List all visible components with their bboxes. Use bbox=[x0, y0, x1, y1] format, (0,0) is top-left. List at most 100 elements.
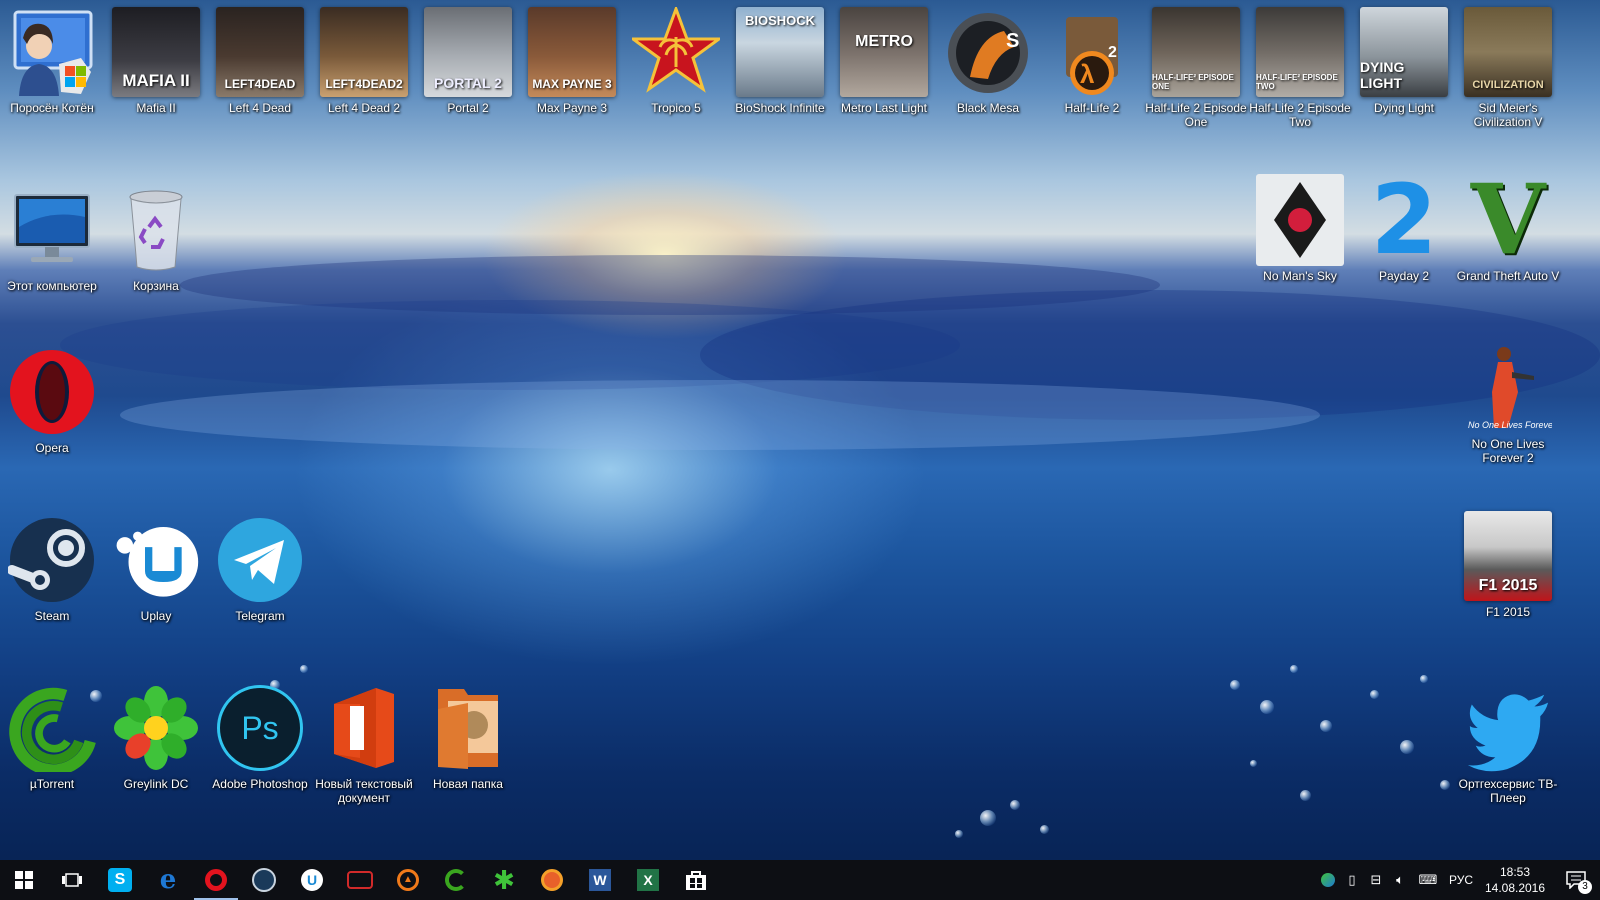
svg-text:2: 2 bbox=[1108, 44, 1117, 61]
word-icon: W bbox=[589, 869, 611, 891]
desktop-icon-civilization-5[interactable]: CIVILIZATION Sid Meier's Civilization V bbox=[1456, 6, 1560, 156]
desktop-icon-label: Half-Life 2 bbox=[1064, 101, 1120, 115]
desktop-icon-no-mans-sky[interactable]: No Man's Sky bbox=[1248, 174, 1352, 324]
desktop-icon-label: Portal 2 bbox=[447, 101, 489, 115]
desktop-icon-left-4-dead[interactable]: LEFT4DEAD Left 4 Dead bbox=[208, 6, 312, 156]
usb-icon[interactable]: ▯ bbox=[1340, 860, 1364, 900]
half-life-2-icon: λ 2 bbox=[1048, 6, 1136, 98]
left-4-dead-icon: LEFT4DEAD bbox=[216, 6, 304, 98]
cover-title: PORTAL 2 bbox=[424, 7, 512, 97]
half-life-2-episode-one-icon: HALF-LIFE² EPISODE ONE bbox=[1152, 6, 1240, 98]
clock-time: 18:53 bbox=[1499, 865, 1531, 879]
utorrent-icon bbox=[445, 869, 467, 891]
start-button[interactable] bbox=[0, 860, 48, 900]
desktop-icon-label: Поросён Котён bbox=[10, 101, 94, 115]
clock-date: 14.08.2016 bbox=[1484, 881, 1546, 895]
desktop-icon-dying-light[interactable]: DYING LIGHT Dying Light bbox=[1352, 6, 1456, 156]
telegram-icon bbox=[216, 514, 304, 606]
desktop-icon-max-payne-3[interactable]: MAX PAYNE 3 Max Payne 3 bbox=[520, 6, 624, 156]
desktop-icon-gta-5[interactable]: V Grand Theft Auto V bbox=[1456, 163, 1560, 324]
black-mesa-icon: S bbox=[944, 6, 1032, 98]
desktop-icon-label: F1 2015 bbox=[1485, 605, 1531, 619]
desktop-icon-text-document[interactable]: Новый текстовый документ bbox=[312, 682, 416, 832]
taskbar-utorrent[interactable] bbox=[432, 860, 480, 900]
taskbar-excel[interactable]: X bbox=[624, 860, 672, 900]
desktop-icon-half-life-2-episode-one[interactable]: HALF-LIFE² EPISODE ONE Half-Life 2 Episo… bbox=[1144, 6, 1248, 156]
desktop-icon-tropico-5[interactable]: Tropico 5 bbox=[624, 6, 728, 156]
cover-title: MAX PAYNE 3 bbox=[528, 7, 616, 97]
desktop-icon-left-4-dead-2[interactable]: LEFT4DEAD2 Left 4 Dead 2 bbox=[312, 6, 416, 156]
desktop-icon-greylink-dc[interactable]: Greylink DC bbox=[104, 682, 208, 832]
desktop-icon-mafia-2[interactable]: MAFIA II Mafia II bbox=[104, 6, 208, 156]
desktop-icon-label: µTorrent bbox=[29, 777, 75, 791]
no-mans-sky-icon bbox=[1256, 174, 1344, 266]
desktop-icon-half-life-2-episode-two[interactable]: HALF-LIFE² EPISODE TWO Half-Life 2 Episo… bbox=[1248, 6, 1352, 156]
desktop-icon-label: Greylink DC bbox=[123, 777, 189, 791]
desktop-icon-label: Black Mesa bbox=[956, 101, 1020, 115]
taskbar-uplay[interactable]: U bbox=[288, 860, 336, 900]
nolf-2-icon: No One Lives Forever 2 bbox=[1464, 342, 1552, 434]
user-account-icon bbox=[8, 6, 96, 98]
uplay-icon: U bbox=[301, 869, 323, 891]
portal-2-icon: PORTAL 2 bbox=[424, 6, 512, 98]
desktop-icon-label: Opera bbox=[35, 441, 69, 455]
network-globe-icon[interactable] bbox=[1316, 860, 1340, 900]
greylink-dc-icon: ✱ bbox=[493, 865, 515, 895]
desktop-icon-label: Steam bbox=[34, 609, 70, 623]
keyboard-icon[interactable]: ⌨︎ bbox=[1412, 860, 1444, 900]
desktop-icon-utorrent[interactable]: µTorrent bbox=[0, 682, 104, 832]
gta-5-icon: V bbox=[1464, 163, 1552, 276]
opera-icon bbox=[8, 346, 96, 438]
desktop-icon-nolf-2[interactable]: No One Lives Forever 2 No One Lives Fore… bbox=[1456, 342, 1560, 492]
desktop-icon-f1-2015[interactable]: F1 2015 F1 2015 bbox=[1456, 510, 1560, 660]
taskbar-edge[interactable]: e bbox=[144, 860, 192, 900]
desktop-icon-recycle-bin[interactable]: Корзина bbox=[104, 184, 208, 334]
desktop-icon-payday-2[interactable]: 2 Payday 2 bbox=[1352, 172, 1456, 324]
desktop-icon-user[interactable]: Поросён Котён bbox=[0, 6, 104, 156]
desktop-icon-label: Half-Life 2 Episode Two bbox=[1249, 101, 1351, 129]
taskbar-firefox[interactable] bbox=[528, 860, 576, 900]
taskbar-skype[interactable]: S bbox=[96, 860, 144, 900]
opera-icon bbox=[205, 869, 227, 891]
steam-icon bbox=[8, 514, 96, 606]
desktop-icon-black-mesa[interactable]: S Black Mesa bbox=[936, 6, 1040, 156]
desktop-icon-half-life-2[interactable]: λ 2 Half-Life 2 bbox=[1040, 6, 1144, 156]
desktop-icon-steam[interactable]: Steam bbox=[0, 514, 104, 664]
task-view-button[interactable] bbox=[48, 860, 96, 900]
taskbar-greylink[interactable]: ✱ bbox=[480, 860, 528, 900]
desktop-icon-ortgehservis-tv-player[interactable]: Ортгехсервис ТВ-Плеер bbox=[1456, 682, 1560, 832]
desktop-icon-metro-last-light[interactable]: METRO Metro Last Light bbox=[832, 6, 936, 156]
cover-title: Ps bbox=[217, 685, 303, 771]
desktop-icon-label: BioShock Infinite bbox=[735, 101, 825, 115]
steam-icon bbox=[252, 868, 276, 892]
volume-icon[interactable]: 🔈︎ bbox=[1388, 860, 1412, 900]
desktop-icon-label: Max Payne 3 bbox=[536, 101, 608, 115]
cover-title: V bbox=[1470, 163, 1546, 276]
taskbar-steam[interactable] bbox=[240, 860, 288, 900]
network-icon[interactable]: ⊟ bbox=[1364, 860, 1388, 900]
input-language[interactable]: РУС bbox=[1444, 873, 1478, 887]
recycle-bin-icon bbox=[112, 184, 200, 276]
action-center-button[interactable]: 3 bbox=[1552, 860, 1600, 900]
desktop-icon-photoshop[interactable]: Ps Adobe Photoshop bbox=[208, 682, 312, 832]
clock[interactable]: 18:53 14.08.2016 bbox=[1478, 864, 1552, 896]
desktop-icon-new-folder[interactable]: Новая папка bbox=[416, 682, 520, 832]
tropico-5-icon bbox=[632, 6, 720, 98]
desktop-icon-this-pc[interactable]: Этот компьютер bbox=[0, 184, 104, 334]
cover-title: F1 2015 bbox=[1464, 511, 1552, 601]
taskbar-word[interactable]: W bbox=[576, 860, 624, 900]
desktop-icon-bioshock-infinite[interactable]: BIOSHOCK BioShock Infinite bbox=[728, 6, 832, 156]
this-pc-icon bbox=[8, 184, 96, 276]
desktop-icon-uplay[interactable]: Uplay bbox=[104, 514, 208, 664]
desktop-icon-telegram[interactable]: Telegram bbox=[208, 514, 312, 664]
taskbar-opera[interactable] bbox=[192, 860, 240, 900]
max-payne-3-icon: MAX PAYNE 3 bbox=[528, 6, 616, 98]
bioshock-infinite-icon: BIOSHOCK bbox=[736, 6, 824, 98]
taskbar-youtube[interactable] bbox=[336, 860, 384, 900]
taskbar-origin[interactable]: ▲ bbox=[384, 860, 432, 900]
desktop-icon-portal-2[interactable]: PORTAL 2 Portal 2 bbox=[416, 6, 520, 156]
desktop-icon-opera[interactable]: Opera bbox=[0, 346, 104, 496]
taskbar: S e U ▲ ✱ W X ▯ ⊟ 🔈︎ ⌨︎ РУС 18:53 14.08.… bbox=[0, 860, 1600, 900]
taskbar-store[interactable] bbox=[672, 860, 720, 900]
photoshop-icon: Ps bbox=[216, 682, 304, 774]
